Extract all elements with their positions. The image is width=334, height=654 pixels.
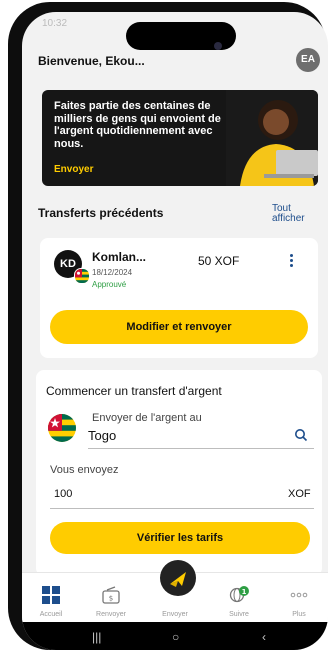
track-globe-icon: 1 [229, 586, 249, 603]
transfer-date: 18/12/2024 [92, 268, 133, 277]
send-fab-button[interactable] [160, 560, 196, 596]
banner-text: Faites partie des centaines de milliers … [54, 100, 221, 150]
search-icon[interactable] [294, 428, 308, 442]
previous-transfers-title: Transferts précédents [38, 206, 164, 220]
home-grid-icon [42, 586, 60, 604]
check-rates-button[interactable]: Vérifier les tarifs [50, 522, 310, 554]
system-nav-bar: ||| ○ ‹ [22, 622, 328, 650]
back-icon[interactable]: ‹ [262, 630, 266, 644]
resend-money-icon: $ [102, 586, 120, 604]
togo-flag-icon [48, 414, 76, 442]
destination-underline [88, 448, 314, 449]
status-time: 10:32 [42, 18, 68, 29]
svg-text:1: 1 [242, 588, 247, 596]
destination-label: Envoyer de l'argent au [92, 412, 202, 424]
svg-text:$: $ [109, 595, 113, 603]
home-circle-icon[interactable]: ○ [172, 630, 179, 644]
banner-send-link[interactable]: Envoyer [54, 164, 93, 175]
modify-resend-button[interactable]: Modifier et renvoyer [50, 310, 308, 344]
nav-home-label: Accueil [39, 611, 63, 618]
transfer-status: Approuvé [92, 280, 127, 289]
recent-apps-icon[interactable]: ||| [92, 630, 101, 644]
previous-transfer-card: KD Komlan... 18/12/2024 Approuvé 50 XOF … [40, 238, 318, 358]
avatar[interactable]: EA [296, 48, 320, 72]
nav-more-label: Plus [292, 611, 306, 618]
app-screen: 10:32 Bienvenue, Ekou... EA Faites parti… [22, 12, 328, 650]
nav-resend-label: Renvoyer [96, 611, 126, 618]
see-all-link[interactable]: Tout afficher [272, 204, 318, 224]
togo-flag-icon [74, 268, 90, 284]
phone-frame: 10:32 Bienvenue, Ekou... EA Faites parti… [8, 2, 328, 650]
banner-woman-laptop-image [226, 90, 318, 186]
more-dots-icon [290, 592, 308, 598]
destination-country-field[interactable]: Togo [88, 428, 116, 443]
send-amount-label: Vous envoyez [50, 464, 119, 476]
currency-label: XOF [288, 488, 311, 500]
send-amount-input[interactable]: 100 [54, 488, 72, 500]
amount-underline [50, 508, 314, 509]
more-options-icon[interactable] [286, 252, 296, 270]
welcome-text: Bienvenue, Ekou... [38, 54, 145, 68]
nav-send-label: Envoyer [162, 611, 188, 618]
nav-track-label: Suivre [229, 611, 249, 618]
camera-dot [214, 42, 222, 50]
start-transfer-title: Commencer un transfert d'argent [46, 384, 222, 398]
start-transfer-card: Commencer un transfert d'argent Envoyer … [36, 370, 322, 576]
transfer-amount: 50 XOF [198, 254, 240, 268]
send-plane-icon [170, 572, 186, 587]
recipient-name: Komlan... [92, 250, 147, 264]
promo-banner[interactable]: Faites partie des centaines de milliers … [42, 90, 318, 186]
